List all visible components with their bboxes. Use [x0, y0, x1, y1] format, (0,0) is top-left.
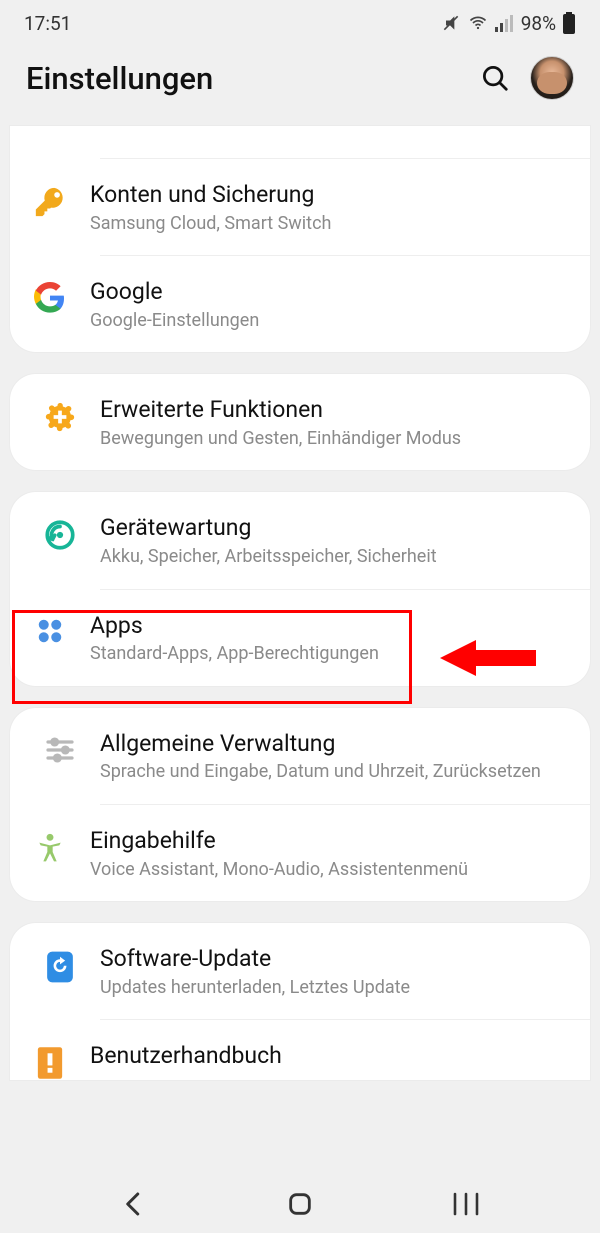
- software-update-icon: [44, 949, 76, 985]
- item-sub: Akku, Speicher, Arbeitsspeicher, Sicherh…: [100, 545, 568, 568]
- status-right: 98%: [441, 12, 576, 35]
- item-title: Gerätewartung: [100, 514, 568, 543]
- apps-icon: [35, 616, 65, 646]
- profile-avatar[interactable]: [530, 56, 574, 100]
- battery-icon: [562, 12, 576, 34]
- settings-item-update[interactable]: Software-Update Updates herunterladen, L…: [10, 923, 590, 1019]
- settings-card: Allgemeine Verwaltung Sprache und Eingab…: [10, 708, 590, 901]
- item-sub: Updates herunterladen, Letztes Update: [100, 976, 568, 999]
- header: Einstellungen: [0, 46, 600, 126]
- settings-item-allgemein[interactable]: Allgemeine Verwaltung Sprache und Eingab…: [10, 708, 590, 804]
- mute-icon: [441, 13, 461, 33]
- user-manual-icon: [35, 1046, 65, 1080]
- item-sub: Voice Assistant, Mono-Audio, Assistenten…: [90, 858, 568, 881]
- item-title: Apps: [90, 612, 568, 641]
- status-bar: 17:51 98%: [0, 0, 600, 46]
- settings-list: Konten und Sicherung Samsung Cloud, Smar…: [0, 126, 600, 1186]
- recents-button[interactable]: [451, 1191, 481, 1217]
- gear-plus-icon: [43, 400, 77, 434]
- status-time: 17:51: [24, 12, 71, 35]
- settings-item-erweitert[interactable]: Erweiterte Funktionen Bewegungen und Ges…: [10, 374, 590, 470]
- item-title: Konten und Sicherung: [90, 181, 568, 210]
- page-title: Einstellungen: [26, 60, 213, 97]
- item-sub: Samsung Cloud, Smart Switch: [90, 212, 568, 235]
- item-sub: Google-Einstellungen: [90, 309, 568, 332]
- item-sub: Sprache und Eingabe, Datum und Uhrzeit, …: [100, 760, 568, 783]
- item-title: Allgemeine Verwaltung: [100, 730, 568, 759]
- settings-card: Erweiterte Funktionen Bewegungen und Ges…: [10, 374, 590, 470]
- item-title: Eingabehilfe: [90, 827, 568, 856]
- navigation-bar: [0, 1175, 600, 1233]
- item-sub: Bewegungen und Gesten, Einhändiger Modus: [100, 427, 568, 450]
- accessibility-person-icon: [34, 831, 66, 865]
- signal-icon: [495, 14, 515, 32]
- settings-card: Konten und Sicherung Samsung Cloud, Smar…: [10, 126, 590, 352]
- settings-item-google[interactable]: Google Google-Einstellungen: [100, 255, 590, 352]
- back-button[interactable]: [119, 1189, 149, 1219]
- device-care-icon: [43, 518, 77, 552]
- settings-item-partial[interactable]: [10, 126, 590, 158]
- battery-percent: 98%: [521, 12, 556, 35]
- settings-item-apps[interactable]: Apps Standard-Apps, App-Berechtigungen: [100, 589, 590, 686]
- item-title: Software-Update: [100, 945, 568, 974]
- item-title: Google: [90, 278, 568, 307]
- sliders-icon: [44, 734, 76, 766]
- item-sub: Standard-Apps, App-Berechtigungen: [90, 642, 568, 665]
- settings-item-handbuch[interactable]: Benutzerhandbuch: [100, 1019, 590, 1080]
- settings-card: Gerätewartung Akku, Speicher, Arbeitsspe…: [10, 492, 590, 685]
- google-icon: [34, 282, 66, 314]
- item-title: Erweiterte Funktionen: [100, 396, 568, 425]
- search-icon[interactable]: [480, 63, 510, 93]
- wifi-icon: [467, 13, 489, 33]
- settings-item-konten[interactable]: Konten und Sicherung Samsung Cloud, Smar…: [100, 158, 590, 255]
- settings-card: Software-Update Updates herunterladen, L…: [10, 923, 590, 1080]
- home-button[interactable]: [286, 1190, 314, 1218]
- key-icon: [33, 185, 67, 219]
- settings-item-eingabehilfe[interactable]: Eingabehilfe Voice Assistant, Mono-Audio…: [100, 804, 590, 901]
- settings-item-wartung[interactable]: Gerätewartung Akku, Speicher, Arbeitsspe…: [10, 492, 590, 588]
- item-title: Benutzerhandbuch: [90, 1042, 568, 1071]
